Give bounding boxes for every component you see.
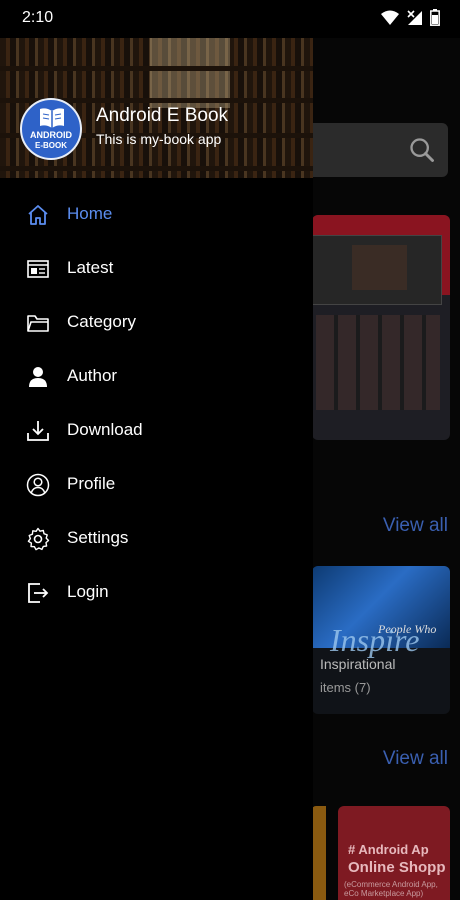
download-icon: [27, 421, 49, 441]
status-time: 2:10: [22, 9, 54, 26]
menu-item-settings[interactable]: Settings: [0, 512, 313, 566]
menu-item-download[interactable]: Download: [0, 404, 313, 458]
wifi-icon: [381, 10, 399, 25]
menu-label-profile: Profile: [67, 474, 116, 493]
search-icon[interactable]: [408, 136, 436, 164]
book-card[interactable]: [312, 806, 326, 900]
menu-item-category[interactable]: Category: [0, 296, 313, 350]
view-all-link[interactable]: View all: [383, 515, 448, 537]
home-icon: [28, 205, 48, 225]
signal-icon: [407, 9, 422, 25]
featured-banner[interactable]: [312, 215, 450, 440]
menu-label-home: Home: [67, 204, 113, 223]
gear-icon: [27, 527, 50, 551]
status-bar: 2:10: [0, 0, 460, 38]
menu-item-latest[interactable]: Latest: [0, 242, 313, 296]
battery-icon: [430, 9, 440, 26]
menu-label-latest: Latest: [67, 258, 114, 277]
login-icon: [28, 583, 49, 603]
promo-card[interactable]: # Android Ap Online Shopp (eCommerce And…: [338, 806, 450, 900]
promo-line-1: # Android Ap: [348, 842, 429, 857]
category-card[interactable]: People Who Inspire Inspirational items (…: [312, 566, 450, 714]
menu-item-profile[interactable]: Profile: [0, 458, 313, 512]
menu-label-login: Login: [67, 582, 109, 601]
menu-label-category: Category: [67, 312, 136, 331]
promo-line-2: Online Shopp: [348, 859, 446, 876]
category-image-title: Inspire: [330, 622, 420, 658]
app-name: Android E Book: [96, 105, 229, 126]
menu-item-author[interactable]: Author: [0, 350, 313, 404]
menu-label-settings: Settings: [67, 528, 129, 547]
category-name: Inspirational: [320, 656, 396, 672]
menu-label-author: Author: [67, 366, 118, 385]
person-icon: [29, 367, 47, 387]
app-tagline: This is my-book app: [96, 131, 222, 147]
app-logo: ANDROID E-BOOK: [20, 98, 82, 160]
category-count: items (7): [320, 680, 371, 695]
book-icon: [40, 108, 64, 128]
menu-item-home[interactable]: Home: [0, 188, 313, 242]
menu-item-login[interactable]: Login: [0, 566, 313, 620]
profile-circle-icon: [26, 473, 50, 497]
search-bar[interactable]: [300, 123, 448, 177]
drawer-header: ANDROID E-BOOK Android E Book This is my…: [0, 38, 313, 178]
menu-label-download: Download: [67, 420, 143, 439]
promo-line-3: (eCommerce Android App, eCo Marketplace …: [344, 880, 438, 898]
newspaper-icon: [27, 260, 49, 278]
view-all-link[interactable]: View all: [383, 748, 448, 770]
logo-text-1: ANDROID: [30, 130, 72, 140]
folder-icon: [27, 315, 49, 332]
logo-text-2: E-BOOK: [35, 141, 67, 150]
navigation-drawer: ANDROID E-BOOK Android E Book This is my…: [0, 38, 313, 900]
